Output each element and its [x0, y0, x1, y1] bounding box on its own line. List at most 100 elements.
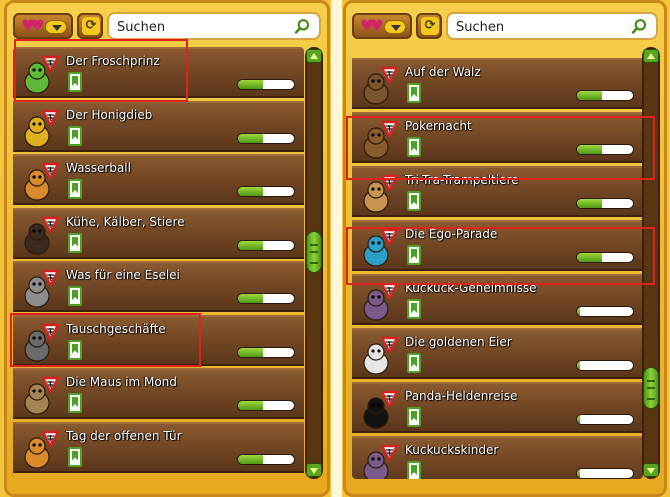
bird-icon — [19, 430, 60, 470]
quest-title: Die Maus im Mond — [66, 375, 177, 389]
quest-row[interactable]: Kuckuckskinder — [352, 436, 643, 479]
scrollbar[interactable] — [305, 47, 323, 479]
quest-progress-bar — [237, 400, 295, 411]
refresh-button[interactable]: ⟳ — [77, 13, 103, 39]
quest-progress-bar — [237, 132, 295, 144]
panel-header: ♥♥ ⟳ — [352, 11, 658, 43]
quest-title: Der Honigdieb — [66, 107, 153, 122]
quest-row[interactable]: Der Honigdieb — [13, 100, 304, 152]
bookmark-icon[interactable] — [407, 299, 421, 319]
panel-divider — [331, 0, 342, 497]
bookmark-icon[interactable] — [407, 191, 421, 211]
search-box — [446, 12, 658, 40]
progress-fill — [238, 454, 264, 464]
scroll-thumb[interactable] — [306, 231, 322, 273]
quest-title: Tag der offenen Tür — [66, 428, 182, 443]
quest-row[interactable]: Wasserball — [13, 154, 304, 205]
refresh-icon: ⟳ — [82, 17, 100, 35]
progress-fill — [238, 80, 264, 89]
goose-icon — [358, 336, 399, 376]
camel-icon — [358, 174, 399, 214]
bookmark-icon[interactable] — [407, 353, 421, 373]
search-icon[interactable] — [631, 18, 648, 35]
quest-progress-bar — [237, 453, 295, 465]
favorites-filter-button[interactable]: ♥♥ — [352, 13, 412, 39]
progress-fill — [238, 401, 264, 410]
search-box — [107, 12, 321, 40]
mouse-icon — [19, 376, 60, 416]
progress-fill — [238, 133, 264, 143]
quest-title: Auf der Walz — [405, 65, 481, 79]
bookmark-icon[interactable] — [68, 393, 82, 413]
donkey-icon — [19, 269, 60, 309]
quest-row[interactable]: Die Maus im Mond — [13, 368, 304, 419]
refresh-icon: ⟳ — [421, 17, 439, 35]
scroll-up-button[interactable] — [306, 49, 322, 63]
progress-fill — [577, 415, 580, 424]
progress-fill — [577, 361, 580, 370]
quest-progress-bar — [576, 360, 634, 371]
quest-row[interactable]: Kühe, Kälber, Stiere — [13, 207, 304, 259]
progress-fill — [238, 240, 264, 250]
quest-progress-bar — [576, 468, 634, 479]
quest-title: Was für eine Eselei — [66, 268, 180, 282]
bear-icon — [358, 66, 399, 106]
refresh-button[interactable]: ⟳ — [416, 13, 442, 39]
search-input[interactable] — [456, 18, 596, 36]
quest-row[interactable]: Die goldenen Eier — [352, 328, 643, 379]
scroll-down-button[interactable] — [643, 463, 659, 477]
quest-progress-bar — [237, 293, 295, 304]
cuckoo-icon — [358, 282, 399, 322]
bookmark-icon[interactable] — [407, 83, 421, 103]
bee-icon — [19, 109, 60, 149]
bookmark-icon[interactable] — [68, 232, 82, 253]
highlight-box — [346, 116, 655, 180]
bookmark-icon[interactable] — [68, 179, 82, 199]
quest-title: Kuckuckskinder — [405, 443, 499, 457]
bookmark-icon[interactable] — [407, 407, 421, 427]
search-icon[interactable] — [294, 18, 311, 35]
quest-progress-bar — [576, 198, 634, 209]
quest-progress-bar — [576, 414, 634, 425]
bookmark-icon[interactable] — [68, 286, 82, 306]
highlight-box — [10, 313, 201, 367]
scroll-up-button[interactable] — [643, 49, 659, 63]
bird-icon — [19, 162, 60, 202]
quest-title: Die goldenen Eier — [405, 335, 512, 349]
scroll-down-button[interactable] — [306, 463, 322, 477]
quest-progress-bar — [237, 79, 295, 90]
bookmark-icon[interactable] — [407, 461, 421, 479]
panda-icon — [358, 390, 399, 430]
progress-fill — [238, 294, 264, 303]
quest-row[interactable]: Auf der Walz — [352, 58, 643, 109]
hearts-icon: ♥♥ — [21, 16, 45, 35]
bookmark-icon[interactable] — [68, 125, 82, 146]
quest-progress-bar — [237, 346, 295, 358]
quest-title: Panda-Heldenreise — [405, 389, 518, 403]
progress-fill — [577, 91, 603, 100]
highlight-box — [14, 39, 188, 102]
cuckoo-icon — [358, 444, 399, 479]
chevron-down-icon — [384, 20, 406, 34]
bookmark-icon[interactable] — [68, 446, 82, 467]
quest-progress-bar — [576, 306, 634, 317]
quest-list: Der Froschprinz Der Honigdieb Wasserball Kü… — [13, 47, 304, 479]
favorites-filter-button[interactable]: ♥♥ — [13, 13, 73, 39]
search-input[interactable] — [117, 18, 257, 36]
progress-fill — [577, 469, 580, 478]
quest-title: Wasserball — [66, 161, 131, 175]
quest-row[interactable]: Tag der offenen Tür — [13, 421, 304, 473]
progress-fill — [238, 187, 264, 196]
progress-fill — [577, 307, 580, 316]
progress-fill — [238, 347, 264, 357]
quest-title: Kühe, Kälber, Stiere — [66, 214, 185, 229]
quest-progress-bar — [237, 186, 295, 197]
quest-progress-bar — [576, 90, 634, 101]
scroll-thumb[interactable] — [643, 367, 659, 409]
highlight-box — [346, 227, 655, 285]
quest-row[interactable]: Panda-Heldenreise — [352, 382, 643, 433]
progress-fill — [577, 199, 603, 208]
quest-progress-bar — [237, 239, 295, 251]
cow-icon — [19, 216, 60, 256]
quest-row[interactable]: Was für eine Eselei — [13, 261, 304, 312]
